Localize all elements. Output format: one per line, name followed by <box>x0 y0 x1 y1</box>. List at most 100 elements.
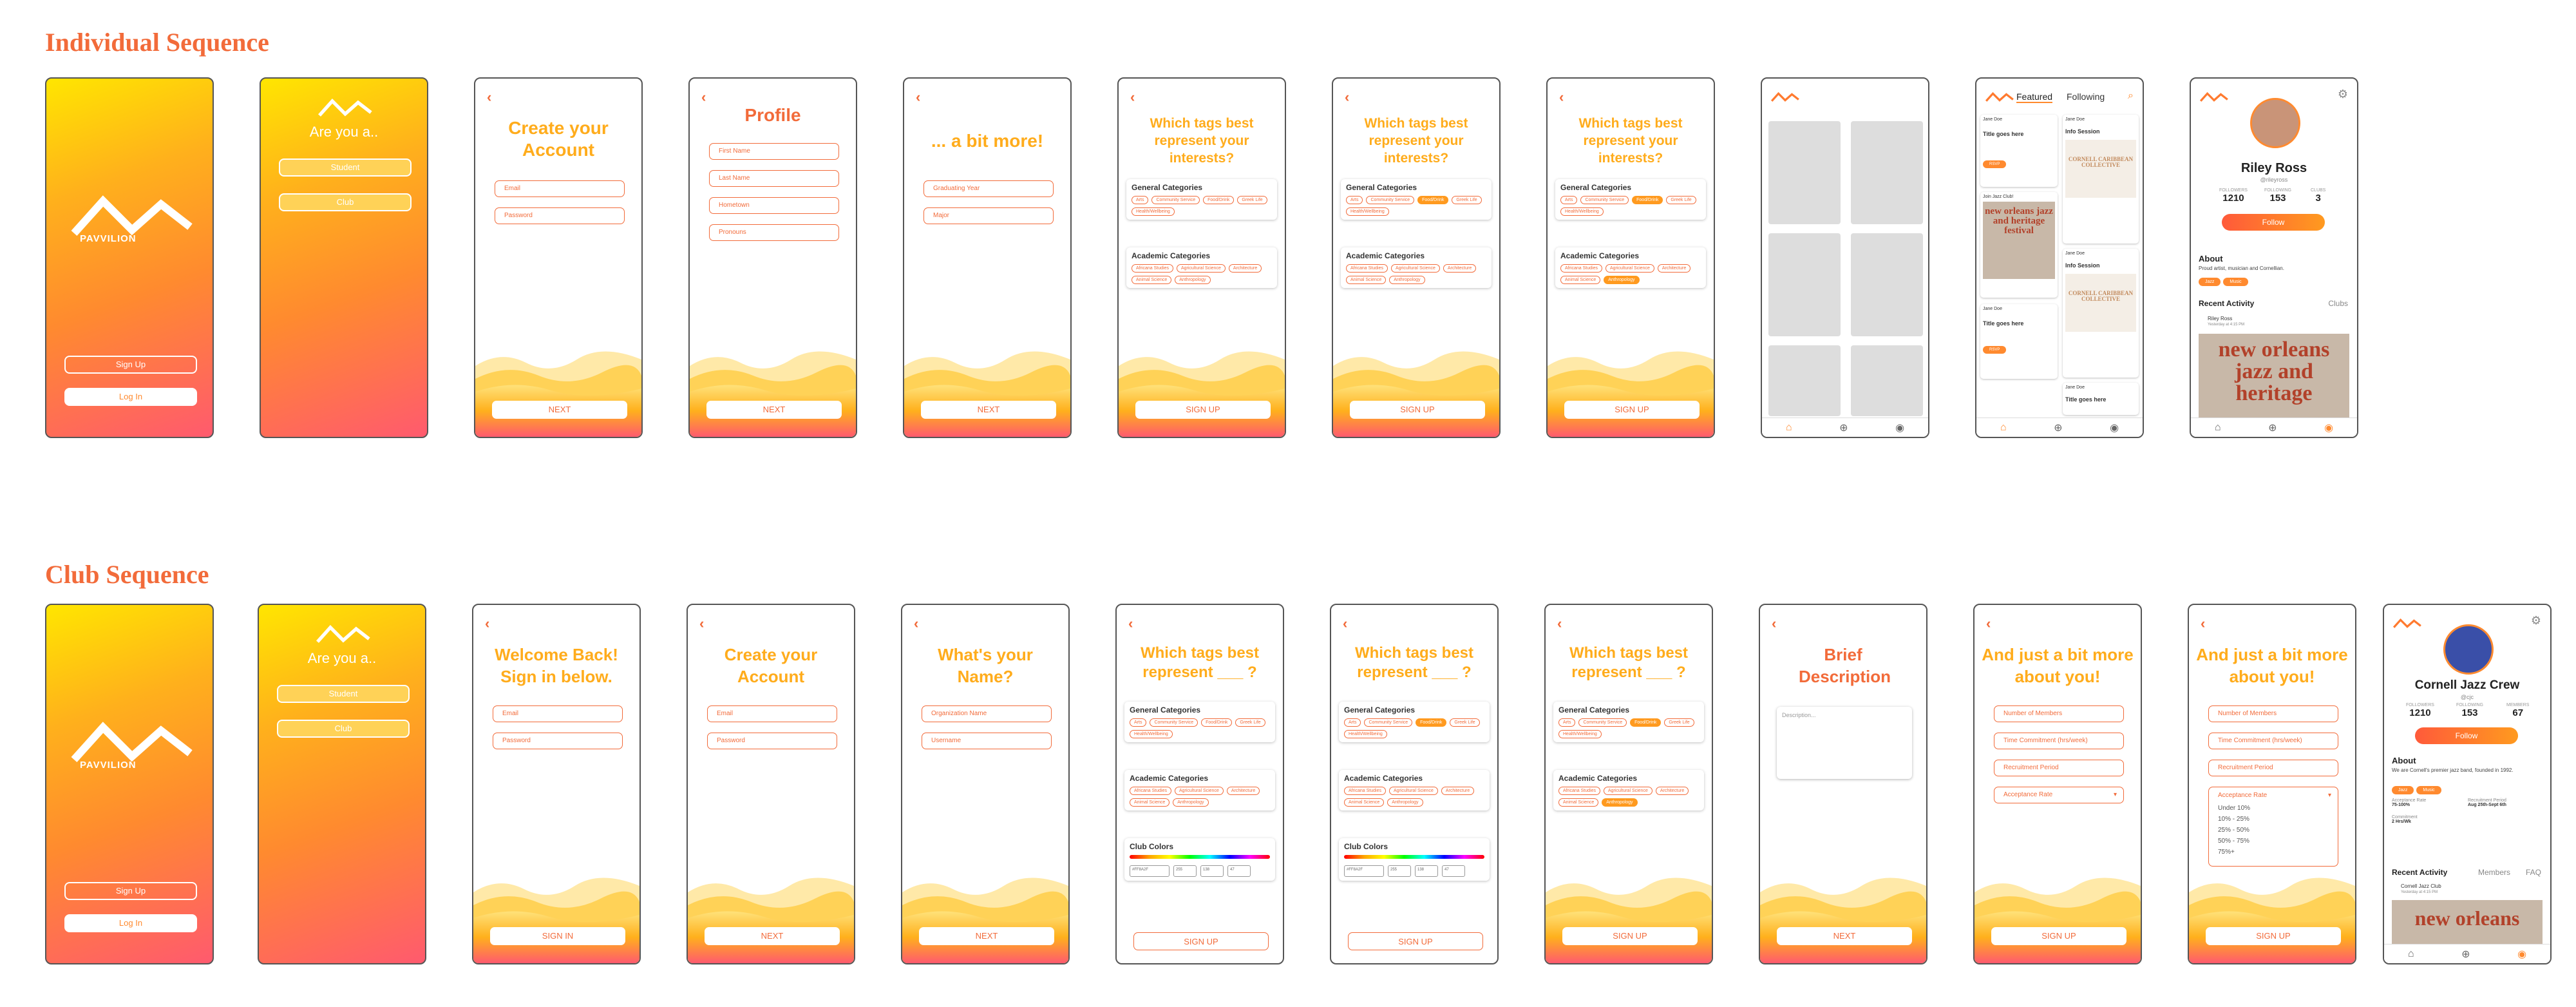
search-icon[interactable]: ⌕ <box>2128 90 2134 102</box>
org-name-field[interactable]: Organization Name <box>922 705 1052 722</box>
gear-icon[interactable]: ⚙ <box>2531 614 2541 628</box>
pill[interactable]: Jazz <box>2392 786 2414 794</box>
faq-tab[interactable]: FAQ <box>2526 868 2541 877</box>
back-icon[interactable]: ‹ <box>1130 89 1135 106</box>
tag[interactable]: Architecture <box>1443 264 1477 273</box>
back-icon[interactable]: ‹ <box>1343 615 1347 632</box>
tag[interactable]: Animal Science <box>1558 798 1599 807</box>
tag[interactable]: Greek Life <box>1666 196 1696 204</box>
signup-button[interactable]: SIGN UP <box>2206 927 2341 945</box>
grad-year-field[interactable]: Graduating Year <box>923 180 1054 197</box>
tag[interactable]: Agricultural Science <box>1603 787 1653 795</box>
follow-button[interactable]: Follow <box>2222 214 2325 231</box>
members-tab[interactable]: Members <box>2478 868 2510 877</box>
tag[interactable]: Health/Wellbeing <box>1130 730 1173 738</box>
g-field[interactable]: 138 <box>1200 865 1224 877</box>
dropdown-option[interactable]: 50% - 75% <box>2218 836 2338 847</box>
b-field[interactable]: 47 <box>1227 865 1251 877</box>
signin-button[interactable]: SIGN IN <box>490 927 625 945</box>
tag-selected[interactable]: Anthropology <box>1604 276 1640 284</box>
tag[interactable]: Agricultural Science <box>1388 787 1438 795</box>
profile-icon[interactable]: ◉ <box>1895 421 1904 434</box>
tag[interactable]: Africana Studies <box>1132 264 1173 273</box>
r-field[interactable]: 255 <box>1173 865 1197 877</box>
next-button[interactable]: NEXT <box>919 927 1054 945</box>
back-icon[interactable]: ‹ <box>487 89 491 106</box>
next-button[interactable]: NEXT <box>705 927 840 945</box>
tag[interactable]: Africana Studies <box>1560 264 1602 273</box>
tag[interactable]: Africana Studies <box>1130 787 1171 795</box>
tag[interactable]: Greek Life <box>1235 718 1265 727</box>
rsvp-button[interactable]: RSVP <box>1983 346 2007 354</box>
r-field[interactable]: 255 <box>1388 865 1411 877</box>
signup-button[interactable]: SIGN UP <box>1564 401 1700 419</box>
dropdown-option[interactable]: Under 10% <box>2218 803 2338 814</box>
back-icon[interactable]: ‹ <box>1557 615 1562 632</box>
login-button[interactable]: Log In <box>64 388 197 406</box>
back-icon[interactable]: ‹ <box>914 615 918 632</box>
tag[interactable]: Arts <box>1346 196 1363 204</box>
signup-button[interactable]: Sign Up <box>64 356 197 374</box>
major-field[interactable]: Major <box>923 207 1054 224</box>
add-icon[interactable]: ⊕ <box>2268 421 2277 434</box>
login-button[interactable]: Log In <box>64 914 197 932</box>
add-icon[interactable]: ⊕ <box>2054 421 2062 434</box>
next-button[interactable]: NEXT <box>492 401 627 419</box>
rsvp-button[interactable]: RSVP <box>1983 160 2007 168</box>
tag[interactable]: Animal Science <box>1346 276 1387 284</box>
profile-icon[interactable]: ◉ <box>2517 948 2526 961</box>
next-button[interactable]: NEXT <box>921 401 1056 419</box>
tag[interactable]: Africana Studies <box>1346 264 1388 273</box>
first-name-field[interactable]: First Name <box>709 143 839 160</box>
time-commitment-field[interactable]: Time Commitment (hrs/week) <box>2208 733 2338 749</box>
members-field[interactable]: Number of Members <box>2208 705 2338 722</box>
tag[interactable]: Architecture <box>1655 787 1689 795</box>
tag-selected[interactable]: Food/Drink <box>1632 196 1663 204</box>
next-button[interactable]: NEXT <box>706 401 842 419</box>
username-field[interactable]: Username <box>922 733 1052 749</box>
tag[interactable]: Food/Drink <box>1203 196 1235 204</box>
signup-button[interactable]: SIGN UP <box>1348 932 1483 950</box>
tag[interactable]: Animal Science <box>1130 798 1170 807</box>
tag[interactable]: Agricultural Science <box>1174 787 1224 795</box>
dropdown-option[interactable]: 25% - 50% <box>2218 825 2338 836</box>
profile-icon[interactable]: ◉ <box>2110 421 2119 434</box>
tag[interactable]: Animal Science <box>1344 798 1385 807</box>
tag[interactable]: Greek Life <box>1237 196 1267 204</box>
b-field[interactable]: 47 <box>1442 865 1465 877</box>
g-field[interactable]: 138 <box>1415 865 1438 877</box>
clubs-tab[interactable]: Clubs <box>2328 299 2348 308</box>
signup-button[interactable]: SIGN UP <box>1562 927 1698 945</box>
password-field[interactable]: Password <box>495 207 625 224</box>
student-button[interactable]: Student <box>279 158 412 177</box>
club-button[interactable]: Club <box>279 193 412 211</box>
add-icon[interactable]: ⊕ <box>1839 421 1848 434</box>
time-commitment-field[interactable]: Time Commitment (hrs/week) <box>1994 733 2124 749</box>
tag[interactable]: Community Service <box>1366 196 1415 204</box>
back-icon[interactable]: ‹ <box>701 89 706 106</box>
back-icon[interactable]: ‹ <box>1559 89 1564 106</box>
tag[interactable]: Arts <box>1558 718 1576 727</box>
feed-post[interactable]: Join Jazz Club! new orleans jazz and her… <box>1980 192 2058 298</box>
tag[interactable]: Anthropology <box>1389 276 1425 284</box>
last-name-field[interactable]: Last Name <box>709 170 839 187</box>
email-field[interactable]: Email <box>493 705 623 722</box>
back-icon[interactable]: ‹ <box>2201 615 2205 632</box>
tag[interactable]: Africana Studies <box>1344 787 1386 795</box>
profile-icon[interactable]: ◉ <box>2324 421 2333 434</box>
hex-field[interactable]: #FF8A2F <box>1130 865 1170 877</box>
email-field[interactable]: Email <box>495 180 625 197</box>
password-field[interactable]: Password <box>493 733 623 749</box>
tab-following[interactable]: Following <box>2067 91 2105 102</box>
tag[interactable]: Architecture <box>1226 787 1260 795</box>
home-icon[interactable]: ⌂ <box>2215 422 2221 434</box>
tag[interactable]: Africana Studies <box>1558 787 1600 795</box>
follow-button[interactable]: Follow <box>2415 727 2518 744</box>
feed-post[interactable]: Jane Doe Title goes here RSVP <box>1980 304 2058 379</box>
pill[interactable]: Music <box>2416 786 2441 794</box>
tag[interactable]: Animal Science <box>1560 276 1601 284</box>
tag-selected[interactable]: Food/Drink <box>1630 718 1662 727</box>
back-icon[interactable]: ‹ <box>485 615 489 632</box>
tag[interactable]: Community Service <box>1364 718 1413 727</box>
home-icon[interactable]: ⌂ <box>2408 948 2414 960</box>
